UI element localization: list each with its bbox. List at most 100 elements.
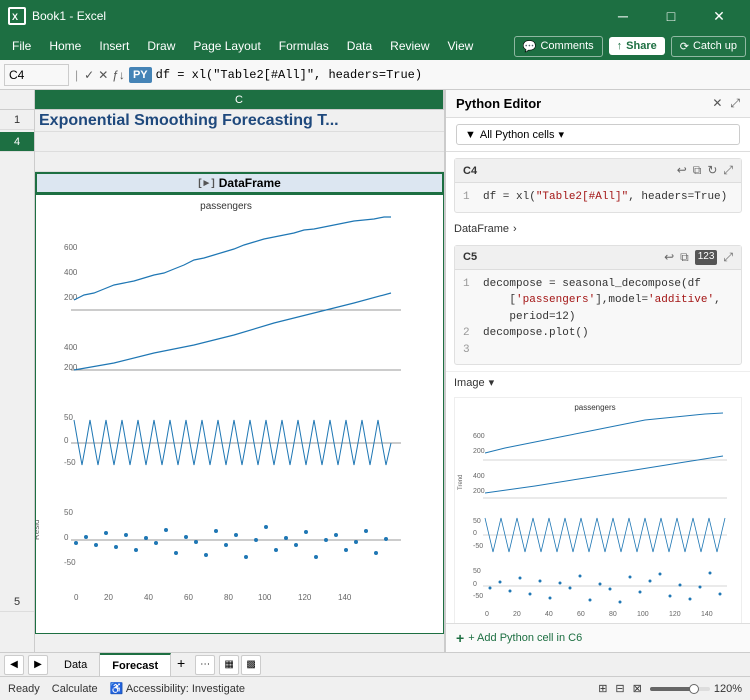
svg-text:140: 140 (701, 611, 713, 618)
dropdown-icon: ▾ (558, 128, 564, 141)
menu-data[interactable]: Data (339, 36, 380, 56)
sheet-tab-data[interactable]: Data (52, 653, 100, 676)
title-cell[interactable]: Exponential Smoothing Forecasting T... (35, 110, 444, 131)
undo-icon-c5[interactable]: ↩ (664, 250, 674, 265)
run-icon[interactable]: ↻ (707, 163, 717, 178)
page-view-icon[interactable]: ⊟ (615, 682, 624, 695)
menu-formulas[interactable]: Formulas (271, 36, 337, 56)
output-dataframe-label[interactable]: DataFrame › (446, 219, 750, 239)
code-line-c5-5: 3 (463, 342, 733, 359)
maximize-button[interactable]: □ (648, 0, 694, 32)
row-4[interactable]: [►] DataFrame (35, 172, 444, 194)
expand-icon[interactable]: ⤢ (723, 163, 733, 178)
code-line-c5-1: 1 decompose = seasonal_decompose(df (463, 276, 733, 293)
cell-reference-box[interactable]: C4 (4, 64, 69, 86)
output-image-label[interactable]: Image ▾ (446, 371, 750, 393)
svg-text:200: 200 (473, 488, 485, 495)
tab-prev-button[interactable]: ◀ (4, 655, 24, 675)
zoom-slider[interactable] (650, 687, 710, 691)
menu-page-layout[interactable]: Page Layout (185, 36, 268, 56)
tab-bar: ◀ ▶ Data Forecast + ⋯ ▦ ▩ (0, 652, 750, 676)
row-1: Exponential Smoothing Forecasting T... (35, 110, 444, 132)
code-line-c5-4: 2 decompose.plot() (463, 325, 733, 342)
code-block-c5-header: C5 ↩ ⧉ 123 ⤢ (455, 246, 741, 270)
status-right: ⊞ ⊟ ⊠ 120% (598, 682, 742, 695)
comments-button[interactable]: 💬 Comments (514, 36, 603, 57)
sheet-tab-forecast[interactable]: Forecast (100, 653, 171, 676)
comment-icon: 💬 (523, 40, 537, 53)
zoom-thumb (689, 684, 699, 694)
spreadsheet: C 1 4 5 Expo (0, 90, 445, 652)
formula-input[interactable]: df = xl("Table2[#All]", headers=True) (156, 68, 746, 82)
svg-text:50: 50 (64, 413, 73, 422)
fx-icon[interactable]: ƒ↓ (112, 68, 125, 82)
sheet-options-button[interactable]: ⋯ (195, 655, 215, 675)
panel-expand-icon[interactable]: ⤢ (730, 96, 740, 111)
panel-header-icons: ✕ ⤢ (712, 96, 740, 111)
col-header-c[interactable]: C (35, 90, 444, 109)
panel-toolbar: ▼ All Python cells ▾ (446, 118, 750, 152)
add-python-cell-bar[interactable]: + + Add Python cell in C6 (446, 623, 750, 652)
catchup-button[interactable]: ⟳ Catch up (671, 36, 746, 57)
tab-next-button[interactable]: ▶ (28, 655, 48, 675)
dataframe-cell: [►] DataFrame (37, 174, 442, 192)
mini-decompose-chart: passengers 600 200 Trend 400 200 50 0 -5… (455, 398, 735, 623)
normal-view-button[interactable]: ▦ (219, 655, 239, 675)
menu-insert[interactable]: Insert (91, 36, 137, 56)
panel-header: Python Editor ✕ ⤢ (446, 90, 750, 118)
svg-text:Trend: Trend (458, 475, 464, 490)
svg-text:600: 600 (473, 433, 485, 440)
add-sheet-button[interactable]: + (171, 653, 191, 673)
menu-review[interactable]: Review (382, 36, 437, 56)
status-left: Ready Calculate ♿ Accessibility: Investi… (8, 682, 245, 695)
copy-icon[interactable]: ⧉ (693, 163, 702, 178)
close-button[interactable]: ✕ (696, 0, 742, 32)
check-icon[interactable]: ✓ (84, 68, 94, 82)
menu-home[interactable]: Home (41, 36, 89, 56)
formula-divider: | (73, 68, 80, 82)
code-block-c4-header: C4 ↩ ⧉ ↻ ⤢ (455, 159, 741, 183)
code-line-c5-2: ['passengers'],model='additive', (463, 292, 733, 309)
main-area: C 1 4 5 Expo (0, 90, 750, 652)
corner-cell (0, 90, 35, 109)
expand-icon-c5[interactable]: ⤢ (723, 250, 733, 265)
menu-file[interactable]: File (4, 36, 39, 56)
svg-text:-50: -50 (64, 558, 76, 567)
code-block-c4: C4 ↩ ⧉ ↻ ⤢ 1 df = xl("Table2[#All]", hea… (454, 158, 742, 213)
cell-ref-c4: C4 (463, 165, 477, 177)
panel-title: Python Editor (456, 96, 541, 111)
python-cell-indicator: [►] (198, 178, 215, 189)
tab-nav-controls: ◀ ▶ (0, 653, 52, 676)
panel-close-icon[interactable]: ✕ (712, 96, 722, 111)
svg-text:60: 60 (184, 593, 193, 602)
zoom-level[interactable]: 120% (714, 683, 742, 695)
copy-icon-c5[interactable]: ⧉ (680, 250, 689, 265)
svg-text:200: 200 (64, 293, 78, 302)
svg-text:0: 0 (485, 611, 489, 618)
menu-draw[interactable]: Draw (139, 36, 183, 56)
all-python-cells-button[interactable]: ▼ All Python cells ▾ (456, 124, 740, 145)
page-break-icon[interactable]: ⊠ (633, 682, 642, 695)
row-num-5: 5 (0, 592, 34, 612)
svg-text:0: 0 (473, 581, 477, 588)
svg-text:120: 120 (298, 593, 312, 602)
status-calculate[interactable]: Calculate (52, 683, 98, 695)
svg-text:20: 20 (104, 593, 113, 602)
menu-view[interactable]: View (440, 36, 482, 56)
minimize-button[interactable]: ─ (600, 0, 646, 32)
window-controls: ─ □ ✕ (600, 0, 742, 32)
undo-icon[interactable]: ↩ (677, 163, 687, 178)
svg-text:0: 0 (473, 530, 477, 537)
grid-view-icon[interactable]: ⊞ (598, 682, 607, 695)
column-headers: C (0, 90, 444, 110)
formula-bar: C4 | ✓ ✕ ƒ↓ PY df = xl("Table2[#All]", h… (0, 60, 750, 90)
python-badge: PY (129, 67, 152, 83)
cross-icon[interactable]: ✕ (98, 68, 108, 82)
svg-text:200: 200 (64, 363, 78, 372)
svg-text:600: 600 (64, 243, 78, 252)
panel-scroll[interactable]: C4 ↩ ⧉ ↻ ⤢ 1 df = xl("Table2[#All]", hea… (446, 152, 750, 623)
page-layout-button[interactable]: ▩ (241, 655, 261, 675)
catchup-icon: ⟳ (680, 40, 689, 53)
share-button[interactable]: ↑ Share (609, 37, 665, 55)
svg-text:200: 200 (473, 448, 485, 455)
